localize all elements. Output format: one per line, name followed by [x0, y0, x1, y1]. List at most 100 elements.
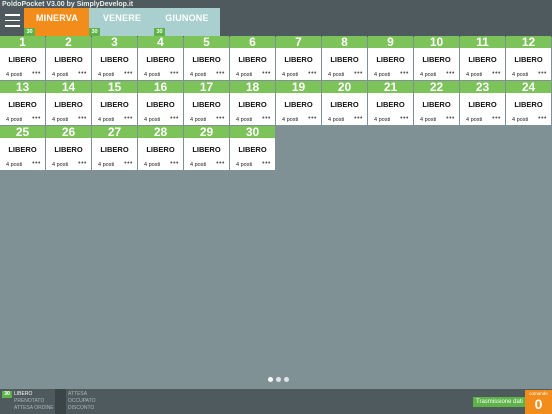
table-card-13[interactable]: 13 LIBERO 4 posti •••: [0, 81, 45, 125]
more-options-icon[interactable]: •••: [78, 160, 87, 167]
table-card-21[interactable]: 21 LIBERO 4 posti •••: [368, 81, 413, 125]
more-options-icon[interactable]: •••: [308, 115, 317, 122]
orders-counter[interactable]: comande 0: [525, 390, 552, 414]
more-options-icon[interactable]: •••: [262, 115, 271, 122]
more-options-icon[interactable]: •••: [446, 115, 455, 122]
table-card-4[interactable]: 4 LIBERO 4 posti •••: [138, 36, 183, 80]
more-options-icon[interactable]: •••: [492, 70, 501, 77]
more-options-icon[interactable]: •••: [32, 160, 41, 167]
legend-free-count: 30: [2, 391, 12, 398]
more-options-icon[interactable]: •••: [124, 115, 133, 122]
table-card-23[interactable]: 23 LIBERO 4 posti •••: [460, 81, 505, 125]
data-transmission-button[interactable]: Trasmissione dati: [473, 397, 526, 407]
more-options-icon[interactable]: •••: [170, 115, 179, 122]
table-card-25[interactable]: 25 LIBERO 4 posti •••: [0, 126, 45, 170]
page-dot-2[interactable]: [276, 377, 281, 382]
legend-free-label: LIBERO: [14, 391, 33, 397]
more-options-icon[interactable]: •••: [78, 70, 87, 77]
table-card-15[interactable]: 15 LIBERO 4 posti •••: [92, 81, 137, 125]
more-options-icon[interactable]: •••: [446, 70, 455, 77]
more-options-icon[interactable]: •••: [354, 115, 363, 122]
more-options-icon[interactable]: •••: [170, 70, 179, 77]
more-options-icon[interactable]: •••: [308, 70, 317, 77]
table-number: 20: [322, 81, 367, 93]
table-card-20[interactable]: 20 LIBERO 4 posti •••: [322, 81, 367, 125]
more-options-icon[interactable]: •••: [216, 115, 225, 122]
tab-giunone[interactable]: GIUNONE 30: [154, 8, 220, 36]
table-seats: 4 posti: [6, 72, 23, 78]
more-options-icon[interactable]: •••: [262, 160, 271, 167]
table-card-29[interactable]: 29 LIBERO 4 posti •••: [184, 126, 229, 170]
table-seats: 4 posti: [374, 117, 391, 123]
table-card-6[interactable]: 6 LIBERO 4 posti •••: [230, 36, 275, 80]
table-card-28[interactable]: 28 LIBERO 4 posti •••: [138, 126, 183, 170]
legend-left: 30 LIBERO PRENOTATO ATTESA ORDINE: [2, 391, 54, 412]
table-card-5[interactable]: 5 LIBERO 4 posti •••: [184, 36, 229, 80]
table-number: 3: [92, 36, 137, 48]
more-options-icon[interactable]: •••: [216, 160, 225, 167]
table-seats: 4 posti: [98, 117, 115, 123]
more-options-icon[interactable]: •••: [492, 115, 501, 122]
table-seats: 4 posti: [52, 162, 69, 168]
table-card-19[interactable]: 19 LIBERO 4 posti •••: [276, 81, 321, 125]
more-options-icon[interactable]: •••: [32, 70, 41, 77]
table-card-8[interactable]: 8 LIBERO 4 posti •••: [322, 36, 367, 80]
more-options-icon[interactable]: •••: [400, 70, 409, 77]
table-status: LIBERO: [514, 100, 543, 109]
table-card-9[interactable]: 9 LIBERO 4 posti •••: [368, 36, 413, 80]
table-number: 1: [0, 36, 45, 48]
table-number: 27: [92, 126, 137, 138]
more-options-icon[interactable]: •••: [262, 70, 271, 77]
table-card-2[interactable]: 2 LIBERO 4 posti •••: [46, 36, 91, 80]
table-card-3[interactable]: 3 LIBERO 4 posti •••: [92, 36, 137, 80]
table-card-12[interactable]: 12 LIBERO 4 posti •••: [506, 36, 551, 80]
more-options-icon[interactable]: •••: [170, 160, 179, 167]
table-status: LIBERO: [146, 100, 175, 109]
bottom-bar: 30 LIBERO PRENOTATO ATTESA ORDINE ATTESA …: [0, 389, 552, 414]
table-card-18[interactable]: 18 LIBERO 4 posti •••: [230, 81, 275, 125]
table-status: LIBERO: [8, 55, 37, 64]
table-number: 18: [230, 81, 275, 93]
table-card-30[interactable]: 30 LIBERO 4 posti •••: [230, 126, 275, 170]
table-number: 16: [138, 81, 183, 93]
menu-icon[interactable]: [5, 14, 20, 27]
table-card-16[interactable]: 16 LIBERO 4 posti •••: [138, 81, 183, 125]
table-card-10[interactable]: 10 LIBERO 4 posti •••: [414, 36, 459, 80]
table-seats: 4 posti: [420, 117, 437, 123]
table-card-11[interactable]: 11 LIBERO 4 posti •••: [460, 36, 505, 80]
table-card-7[interactable]: 7 LIBERO 4 posti •••: [276, 36, 321, 80]
table-number: 2: [46, 36, 91, 48]
more-options-icon[interactable]: •••: [32, 115, 41, 122]
more-options-icon[interactable]: •••: [400, 115, 409, 122]
page-dot-3[interactable]: [284, 377, 289, 382]
table-seats: 4 posti: [190, 72, 207, 78]
more-options-icon[interactable]: •••: [124, 160, 133, 167]
legend-checkout-label: DISCONTO: [68, 405, 95, 411]
table-status: LIBERO: [238, 145, 267, 154]
more-options-icon[interactable]: •••: [538, 115, 547, 122]
table-card-22[interactable]: 22 LIBERO 4 posti •••: [414, 81, 459, 125]
tab-minerva[interactable]: MINERVA 30: [24, 8, 90, 36]
legend-right: ATTESA OCCUPATO DISCONTO: [68, 391, 96, 412]
more-options-icon[interactable]: •••: [78, 115, 87, 122]
table-seats: 4 posti: [52, 117, 69, 123]
tab-venere[interactable]: VENERE 30: [89, 8, 155, 36]
table-card-27[interactable]: 27 LIBERO 4 posti •••: [92, 126, 137, 170]
table-card-24[interactable]: 24 LIBERO 4 posti •••: [506, 81, 551, 125]
table-card-26[interactable]: 26 LIBERO 4 posti •••: [46, 126, 91, 170]
more-options-icon[interactable]: •••: [538, 70, 547, 77]
table-card-1[interactable]: 1 LIBERO 4 posti •••: [0, 36, 45, 80]
table-seats: 4 posti: [374, 72, 391, 78]
more-options-icon[interactable]: •••: [124, 70, 133, 77]
table-card-14[interactable]: 14 LIBERO 4 posti •••: [46, 81, 91, 125]
table-number: 8: [322, 36, 367, 48]
table-status: LIBERO: [8, 145, 37, 154]
more-options-icon[interactable]: •••: [354, 70, 363, 77]
table-status: LIBERO: [330, 100, 359, 109]
table-number: 26: [46, 126, 91, 138]
table-card-17[interactable]: 17 LIBERO 4 posti •••: [184, 81, 229, 125]
table-number: 19: [276, 81, 321, 93]
table-seats: 4 posti: [52, 72, 69, 78]
page-dot-1[interactable]: [268, 377, 273, 382]
more-options-icon[interactable]: •••: [216, 70, 225, 77]
